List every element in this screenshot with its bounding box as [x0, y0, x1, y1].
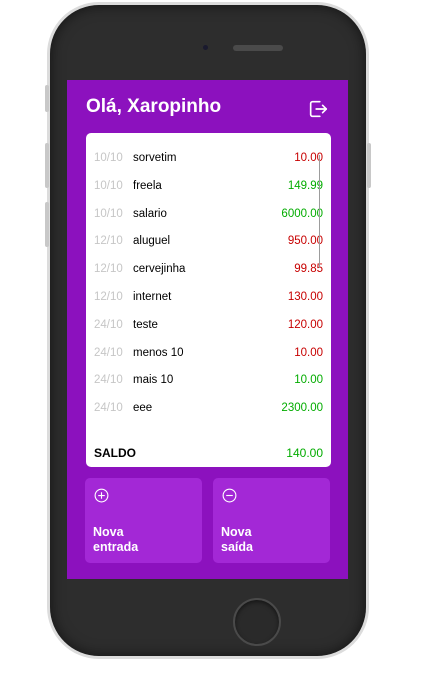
transaction-date: 24/10: [94, 346, 123, 359]
transaction-row[interactable]: 24/10 teste 120.00: [94, 316, 323, 336]
transaction-row[interactable]: 12/10 internet 130.00: [94, 288, 323, 308]
new-entry-label: Nova entrada: [93, 525, 193, 555]
new-exit-label-line1: Nova: [221, 525, 252, 539]
camera-dot: [203, 45, 208, 50]
transaction-value: 950.00: [287, 235, 323, 248]
transaction-value: 10.00: [294, 374, 323, 387]
scrollbar[interactable]: [319, 155, 320, 268]
new-entry-label-line1: Nova: [93, 525, 124, 539]
transaction-description: eee: [133, 402, 153, 415]
greeting-title: Olá, Xaropinho: [86, 96, 222, 117]
logout-icon[interactable]: [307, 98, 329, 120]
transaction-value: 149.99: [287, 179, 323, 192]
transaction-row[interactable]: 10/10 salario 6000.00: [94, 205, 323, 225]
new-exit-button[interactable]: Nova saída: [213, 478, 330, 563]
transaction-row[interactable]: 24/10 menos 10 10.00: [94, 344, 323, 364]
transaction-value: 2300.00: [281, 402, 323, 415]
balance-label: SALDO: [94, 446, 136, 460]
transaction-description: mais 10: [133, 374, 174, 387]
transaction-value: 10.00: [294, 346, 323, 359]
transaction-row[interactable]: 12/10 cervejinha 99.85: [94, 260, 323, 280]
transaction-date: 12/10: [94, 291, 123, 303]
transaction-description: internet: [133, 291, 172, 303]
side-button-volume-down: [45, 202, 49, 247]
transaction-row[interactable]: 10/10 freela 149.99: [94, 177, 323, 197]
transaction-description: aluguel: [133, 235, 171, 248]
header: Olá, Xaropinho: [86, 94, 329, 122]
speaker-grille: [233, 45, 283, 51]
balance-value: 140.00: [286, 446, 323, 460]
transaction-description: sorvetim: [133, 152, 177, 164]
transactions-card: 10/10 sorvetim 10.00 10/10 freela 149.99 10/10…: [86, 133, 331, 467]
home-button: [233, 598, 281, 646]
transaction-date: 24/10: [94, 374, 123, 387]
transaction-description: freela: [133, 179, 162, 192]
new-exit-label-line2: saída: [221, 540, 253, 554]
transaction-row[interactable]: 12/10 aluguel 950.00: [94, 232, 323, 252]
transaction-row[interactable]: 10/10 sorvetim 10.00: [94, 149, 323, 169]
new-entry-button[interactable]: Nova entrada: [85, 478, 202, 563]
app-screen: Olá, Xaropinho 10/10 sorvetim 10.00 10/10 fr…: [67, 80, 348, 579]
side-button-volume-up: [45, 143, 49, 188]
transaction-description: cervejinha: [133, 263, 186, 276]
transaction-date: 12/10: [94, 263, 123, 276]
new-entry-label-line2: entrada: [93, 540, 139, 554]
transaction-value: 6000.00: [281, 207, 323, 220]
transaction-date: 24/10: [94, 402, 123, 415]
transaction-row[interactable]: 24/10 mais 10 10.00: [94, 371, 323, 391]
minus-circle-icon: [222, 488, 237, 503]
transaction-date: 10/10: [94, 179, 123, 192]
transaction-date: 24/10: [94, 318, 123, 331]
transaction-date: 10/10: [94, 207, 123, 220]
transaction-value: 120.00: [287, 318, 323, 331]
transaction-value: 130.00: [287, 291, 323, 303]
transaction-date: 10/10: [94, 152, 123, 164]
plus-circle-icon: [94, 488, 109, 503]
transaction-date: 12/10: [94, 235, 123, 248]
new-exit-label: Nova saída: [221, 525, 321, 555]
side-button-mute: [45, 85, 49, 112]
transaction-description: teste: [133, 318, 158, 331]
transaction-row[interactable]: 24/10 eee 2300.00: [94, 399, 323, 419]
transaction-description: salario: [133, 207, 167, 220]
transaction-description: menos 10: [133, 346, 184, 359]
side-button-power: [367, 143, 371, 188]
